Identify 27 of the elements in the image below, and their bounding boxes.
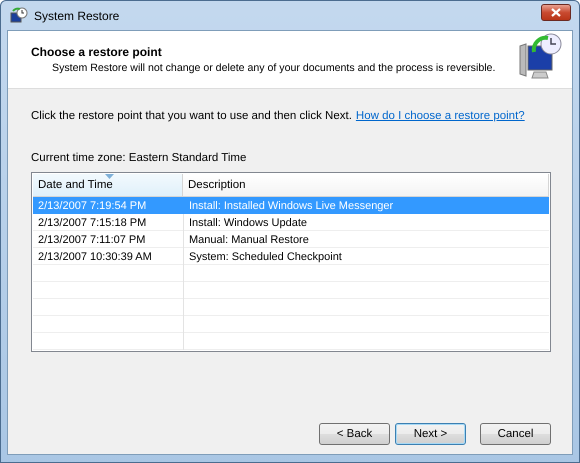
dialog-button[interactable]: < Back [319, 423, 390, 445]
list-row[interactable]: 2/13/2007 10:30:39 AM System: Scheduled Checkpoint [33, 248, 549, 265]
table-cell-text: Manual: Manual Restore [188, 234, 310, 246]
instruction-text: Click the restore point that you want to use and then click Next. [31, 110, 352, 122]
close-icon [551, 8, 561, 17]
table-cell-text: 2/13/2007 10:30:39 AM [37, 250, 153, 262]
help-link[interactable]: How do I choose a restore point? [356, 110, 525, 122]
dialog-button[interactable]: Next > [395, 423, 466, 445]
time-zone-label: Current time zone: Eastern Standard Time [31, 152, 248, 164]
header-subtitle: System Restore will not change or delete any of your documents and the process is reversible. [51, 62, 496, 74]
table-cell-text: Install: Installed Windows Live Messenger [188, 200, 394, 212]
header-title: Choose a restore point [31, 45, 163, 59]
sort-arrow-icon [105, 174, 114, 179]
table-cell-text: 2/13/2007 7:19:54 PM [37, 200, 148, 212]
table-cell-text: 2/13/2007 7:11:07 PM [37, 234, 146, 246]
clock-monitor-icon [10, 6, 28, 24]
list-row[interactable]: 2/13/2007 7:11:07 PM Manual: Manual Restore [33, 231, 549, 248]
table-cell-text: Install: Windows Update [188, 216, 308, 228]
dialog-button[interactable]: Cancel [480, 423, 551, 445]
computer-clock-icon [518, 32, 562, 80]
list-row[interactable]: 2/13/2007 7:15:18 PM Install: Windows Update [33, 214, 549, 231]
close-button[interactable] [541, 4, 571, 21]
window-title: System Restore [34, 8, 120, 22]
table-cell-text: System: Scheduled Checkpoint [188, 250, 343, 262]
column-header[interactable]: Date and Time [33, 174, 183, 196]
table-cell-text: 2/13/2007 7:15:18 PM [37, 216, 148, 228]
column-header[interactable]: Description [183, 174, 549, 196]
